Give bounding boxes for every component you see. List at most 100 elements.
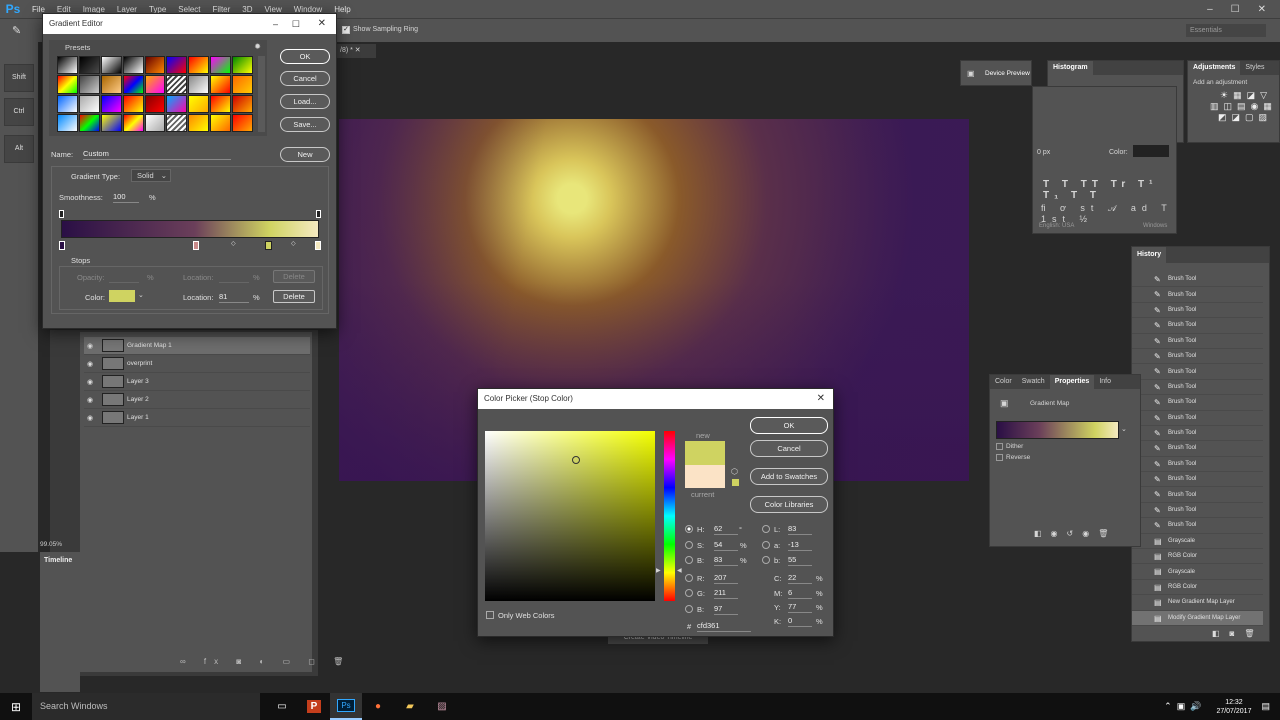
file-explorer-icon[interactable]: ▰ — [394, 693, 426, 720]
photoshop-taskbar-icon[interactable]: Ps — [330, 693, 362, 720]
eyedropper-icon[interactable]: ✎ — [12, 24, 21, 37]
gradient-preset-swatch[interactable] — [210, 113, 232, 132]
gradient-preset-swatch[interactable] — [144, 56, 166, 75]
history-footer-icons[interactable]: ◧◙🗑 — [1212, 629, 1265, 638]
ge-maximize-icon[interactable]: ☐ — [292, 14, 300, 34]
gradient-editor-titlebar[interactable]: Gradient Editor – ☐ ✕ — [43, 14, 336, 34]
tracking-value[interactable]: 0 px — [1037, 149, 1050, 156]
gradient-preset-swatch[interactable] — [188, 56, 210, 75]
presets-gear-icon[interactable]: ✹ — [254, 42, 261, 51]
gradient-preset-swatch[interactable] — [188, 113, 210, 132]
gradient-preset-swatch[interactable] — [57, 75, 78, 94]
tab-info[interactable]: Info — [1094, 375, 1116, 389]
gradient-preset-swatch[interactable] — [78, 94, 100, 113]
layer-row[interactable]: ◉ Gradient Map 1 — [84, 337, 310, 355]
gradient-bar[interactable] — [61, 220, 319, 238]
timeline-tab[interactable]: Timeline — [40, 552, 80, 569]
stop-color-dropdown-icon[interactable]: ⌄ — [138, 291, 144, 299]
gradient-preset-swatch[interactable] — [232, 113, 253, 132]
cp-close-icon[interactable]: ✕ — [817, 389, 825, 409]
tab-history[interactable]: History — [1132, 247, 1167, 263]
gamut-warning-icon[interactable]: ⬡ — [731, 467, 738, 476]
hue-slider-right-arrow[interactable]: ◀ — [677, 567, 682, 574]
stop-color-swatch[interactable] — [109, 290, 135, 302]
ge-minimize-icon[interactable]: – — [273, 14, 278, 34]
windows-start-icon[interactable]: ⊞ — [0, 693, 32, 720]
gradient-preset-swatch[interactable] — [144, 94, 166, 113]
ge-load-button[interactable]: Load... — [280, 94, 330, 109]
only-web-colors-checkbox[interactable] — [486, 611, 494, 619]
c-field[interactable]: 22 — [788, 572, 812, 584]
gradient-preset-swatch[interactable] — [166, 113, 188, 132]
gradient-preset-swatch[interactable] — [122, 113, 144, 132]
gradient-preset-swatch[interactable] — [144, 113, 166, 132]
ge-new-button[interactable]: New — [280, 147, 330, 162]
presets-scrollbar[interactable] — [258, 56, 265, 132]
delete-stop-button[interactable]: Delete — [273, 290, 315, 303]
properties-gradient-preview[interactable] — [996, 421, 1119, 439]
gradient-preset-swatch[interactable] — [144, 75, 166, 94]
adjustment-icons-row2[interactable]: ▥◫▤◉▦ — [1188, 101, 1279, 112]
tab-histogram[interactable]: Histogram — [1048, 61, 1093, 75]
action-center-icon[interactable]: ▤ — [1261, 701, 1270, 712]
ge-ok-button[interactable]: OK — [280, 49, 330, 64]
powerpoint-icon[interactable]: P — [298, 693, 330, 720]
visibility-eye-icon[interactable]: ◉ — [84, 342, 96, 350]
l-field[interactable]: 83 — [788, 523, 812, 535]
s-radio[interactable] — [685, 541, 693, 549]
taskbar-search[interactable]: Search Windows — [32, 693, 260, 720]
cp-ok-button[interactable]: OK — [750, 417, 828, 434]
tab-swatches[interactable]: Swatch — [1017, 375, 1050, 389]
gradient-type-select[interactable]: Solid ⌄ — [131, 169, 171, 182]
visibility-eye-icon[interactable]: ◉ — [84, 360, 96, 368]
language-select[interactable]: English: USA — [1039, 223, 1074, 229]
gradient-preset-swatch[interactable] — [78, 113, 100, 132]
gradient-preset-swatch[interactable] — [188, 75, 210, 94]
antialias-select[interactable]: Windows — [1143, 223, 1167, 229]
adjustment-icons-row3[interactable]: ◩◪▢▨ — [1188, 112, 1279, 123]
layer-row[interactable]: ◉ Layer 2 — [84, 391, 310, 409]
close-tab-icon[interactable]: ✕ — [355, 47, 361, 54]
opentype-buttons[interactable]: ﬁ ơ st 𝒜 ad T 1st ½ — [1041, 203, 1176, 224]
m-field[interactable]: 6 — [788, 587, 812, 599]
minimize-icon[interactable]: – — [1207, 4, 1213, 15]
ctrl-key-button[interactable]: Ctrl — [4, 98, 34, 126]
s-field[interactable]: 54 — [714, 539, 738, 551]
hue-slider[interactable] — [664, 431, 675, 601]
midpoint-diamond-2[interactable]: ◇ — [291, 240, 296, 247]
close-icon[interactable]: ✕ — [1258, 4, 1266, 15]
photos-icon[interactable]: ▨ — [426, 693, 458, 720]
sampling-ring-checkbox[interactable]: ✓ — [342, 26, 350, 34]
lab-b-field[interactable]: 55 — [788, 554, 812, 566]
text-style-buttons[interactable]: T T TT Tr T¹ T₁ T T — [1043, 179, 1176, 201]
midpoint-diamond-1[interactable]: ◇ — [231, 240, 236, 247]
hex-field[interactable]: cfd361 — [697, 620, 751, 632]
visibility-eye-icon[interactable]: ◉ — [84, 414, 96, 422]
h-radio[interactable] — [685, 525, 693, 533]
dither-checkbox[interactable] — [996, 443, 1003, 450]
ge-close-icon[interactable]: ✕ — [318, 14, 326, 34]
tab-styles[interactable]: Styles — [1240, 61, 1269, 75]
gradient-preset-swatch[interactable] — [57, 56, 78, 75]
r-radio[interactable] — [685, 574, 693, 582]
gradient-preset-swatch[interactable] — [78, 75, 100, 94]
cp-cancel-button[interactable]: Cancel — [750, 440, 828, 457]
gradient-preset-swatch[interactable] — [232, 75, 253, 94]
adjustment-icons-row1[interactable]: ☀▦◪▽ — [1188, 90, 1279, 101]
tab-properties[interactable]: Properties — [1049, 375, 1095, 389]
gradient-preset-swatch[interactable] — [188, 94, 210, 113]
taskbar-date[interactable]: 27/07/2017 — [1216, 707, 1251, 716]
gradient-preset-swatch[interactable] — [210, 75, 232, 94]
gradient-preset-swatch[interactable] — [122, 56, 144, 75]
properties-footer-icons[interactable]: ◧◉↺◉🗑 — [1034, 529, 1117, 538]
ge-save-button[interactable]: Save... — [280, 117, 330, 132]
hue-slider-left-arrow[interactable]: ▶ — [656, 567, 661, 574]
y-field[interactable]: 77 — [788, 601, 812, 613]
gradient-dropdown-icon[interactable]: ⌄ — [1121, 425, 1127, 433]
color-picker-titlebar[interactable]: Color Picker (Stop Color) ✕ — [478, 389, 833, 409]
location-field[interactable]: 81 — [219, 291, 249, 303]
opacity-stop-right[interactable] — [316, 210, 321, 218]
color-field[interactable] — [485, 431, 655, 601]
tab-adjustments[interactable]: Adjustments — [1188, 61, 1241, 75]
alt-key-button[interactable]: Alt — [4, 135, 34, 163]
